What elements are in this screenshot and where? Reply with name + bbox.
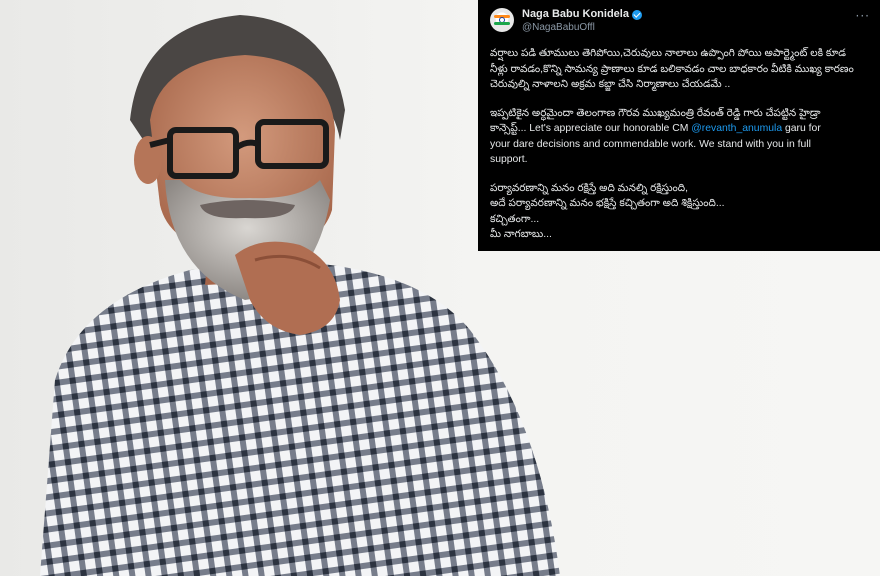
tweet-line: కాన్సెప్ట్... Let's appreciate our honor… (490, 121, 870, 137)
avatar[interactable] (490, 8, 514, 32)
tweet-header: Naga Babu Konidela @NagaBabuOffl ··· (490, 8, 870, 40)
tweet-line: చెరువుల్ని నాళాలని అక్రమ కబ్జా చేసి నిర్… (490, 79, 731, 90)
tweet-line: ఇప్పటికైన అర్ధమైందా తెలంగాణ గౌరవ ముఖ్యమం… (490, 107, 821, 119)
tweet-line: మీ నాగబాబు... (490, 229, 552, 240)
more-options-icon[interactable]: ··· (856, 8, 870, 22)
tweet-line: పర్యావరణాన్ని మనం రక్షిస్తే అది మనల్ని ర… (490, 182, 689, 194)
author-name-row: Naga Babu Konidela (522, 8, 642, 21)
tweet-line: support. (490, 154, 528, 165)
verified-badge-icon (631, 9, 642, 20)
tweet-card: Naga Babu Konidela @NagaBabuOffl ··· వర్… (478, 0, 880, 251)
tweet-line: వర్షాలు పడి తూములు తెగిపోయి,చెరువులు నాల… (490, 48, 846, 59)
tweet-text: వర్షాలు పడి తూములు తెగిపోయి,చెరువులు నాల… (490, 46, 870, 243)
author-name[interactable]: Naga Babu Konidela (522, 8, 629, 21)
tweet-text-segment: garu for (782, 123, 821, 134)
author-handle[interactable]: @NagaBabuOffl (522, 21, 642, 34)
tweet-text-segment: కాన్సెప్ట్... Let's appreciate our honor… (490, 123, 692, 134)
tweet-line: నీళ్లు రావడం,కొన్ని సామన్య ప్రాణాలు కూడ … (490, 63, 854, 75)
tweet-line: కచ్చితంగా... (490, 213, 540, 225)
tweet-line: అదే పర్యావరణాన్ని మనం భక్షిస్తే కచ్చితంగ… (490, 198, 725, 209)
author-block: Naga Babu Konidela @NagaBabuOffl (522, 8, 642, 34)
mention-link[interactable]: @revanth_anumula (691, 123, 782, 134)
tweet-line: your dare decisions and commendable work… (490, 138, 811, 150)
